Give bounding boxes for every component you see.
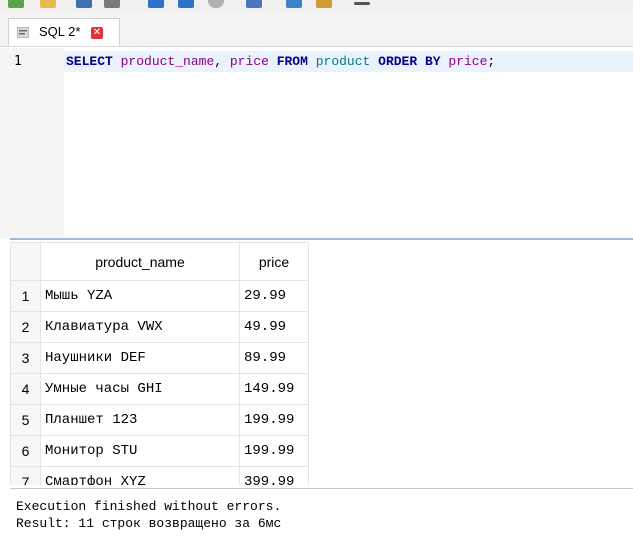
sql-token-keyword: FROM [276,54,308,69]
print-icon[interactable] [104,0,120,8]
results-table: product_name price 1 Мышь YZA 29.99 2 Клавиа… [10,242,309,485]
cell-product-name[interactable]: Наушники DEF [40,342,240,374]
cell-price[interactable]: 149.99 [239,373,309,405]
cell-price[interactable]: 89.99 [239,342,309,374]
code-line[interactable]: SELECT product_name, price FROM product … [66,54,495,69]
table-row[interactable]: 2 Клавиатура VWX 49.99 [10,311,309,343]
sql-token-keyword: SELECT [66,54,113,69]
cell-price[interactable]: 29.99 [239,280,309,312]
cell-product-name[interactable]: Умные часы GHI [40,373,240,405]
sql-token-plain: , [214,54,230,69]
cell-product-name[interactable]: Смартфон XYZ [40,466,240,485]
table-row[interactable]: 7 Смартфон XYZ 399.99 [10,466,309,485]
sql-token-plain: ; [487,54,496,69]
cell-product-name[interactable]: Планшет 123 [40,404,240,436]
sql-token-plain [370,54,378,69]
grid-icon[interactable] [286,0,302,8]
stop-icon[interactable] [208,0,224,8]
settings-icon[interactable] [316,0,332,8]
export-icon[interactable] [246,0,262,8]
row-number[interactable]: 7 [10,466,41,485]
table-row[interactable]: 4 Умные часы GHI 149.99 [10,373,309,405]
close-icon[interactable]: ✕ [91,27,103,39]
row-number[interactable]: 4 [10,373,41,405]
result-message: Result: 11 строк возвращено за 6мс [16,516,282,531]
pane-splitter[interactable] [10,238,633,240]
tab-bar: SQL 2* ✕ [0,10,633,47]
table-row[interactable]: 5 Планшет 123 199.99 [10,404,309,436]
execute-icon[interactable] [8,0,24,8]
column-header-price[interactable]: price [239,242,309,281]
cell-product-name[interactable]: Клавиатура VWX [40,311,240,343]
column-header-product-name[interactable]: product_name [40,242,240,281]
sql-file-icon [17,27,29,38]
results-grid[interactable]: product_name price 1 Мышь YZA 29.99 2 Клавиа… [10,242,633,485]
sql-token-keyword: ORDER BY [378,54,441,69]
status-message: Execution finished without errors. [16,499,282,514]
sql-token-column: price [448,54,488,69]
sql-token-plain [308,54,316,69]
line-number-gutter: 1 [0,48,64,238]
table-row[interactable]: 1 Мышь YZA 29.99 [10,280,309,312]
cell-price[interactable]: 199.99 [239,404,309,436]
row-number[interactable]: 1 [10,280,41,312]
table-row[interactable]: 6 Монитор STU 199.99 [10,435,309,467]
header-row: product_name price [10,242,309,281]
step-icon[interactable] [178,0,194,8]
minus-icon[interactable] [354,2,370,5]
tab-label: SQL 2* [39,24,81,39]
sql-token-table: product [315,54,371,69]
line-number: 1 [14,54,22,69]
row-number[interactable]: 3 [10,342,41,374]
cell-price[interactable]: 399.99 [239,466,309,485]
message-panel: Execution finished without errors. Resul… [10,488,633,539]
table-row[interactable]: 3 Наушники DEF 89.99 [10,342,309,374]
cell-price[interactable]: 199.99 [239,435,309,467]
sql-token-plain [269,54,277,69]
open-folder-icon[interactable] [40,0,56,8]
tab-sql-2[interactable]: SQL 2* ✕ [8,18,120,46]
cell-price[interactable]: 49.99 [239,311,309,343]
row-number[interactable]: 6 [10,435,41,467]
row-number[interactable]: 5 [10,404,41,436]
toolbar [0,0,633,10]
sql-editor[interactable]: 1 SELECT product_name, price FROM produc… [0,48,633,238]
cell-product-name[interactable]: Монитор STU [40,435,240,467]
save-icon[interactable] [76,0,92,8]
sql-token-column: product_name [120,54,215,69]
sql-token-column: price [229,54,269,69]
row-number[interactable]: 2 [10,311,41,343]
sql-token-plain [113,54,121,69]
play-icon[interactable] [148,0,164,8]
corner-cell[interactable] [10,242,41,281]
cell-product-name[interactable]: Мышь YZA [40,280,240,312]
